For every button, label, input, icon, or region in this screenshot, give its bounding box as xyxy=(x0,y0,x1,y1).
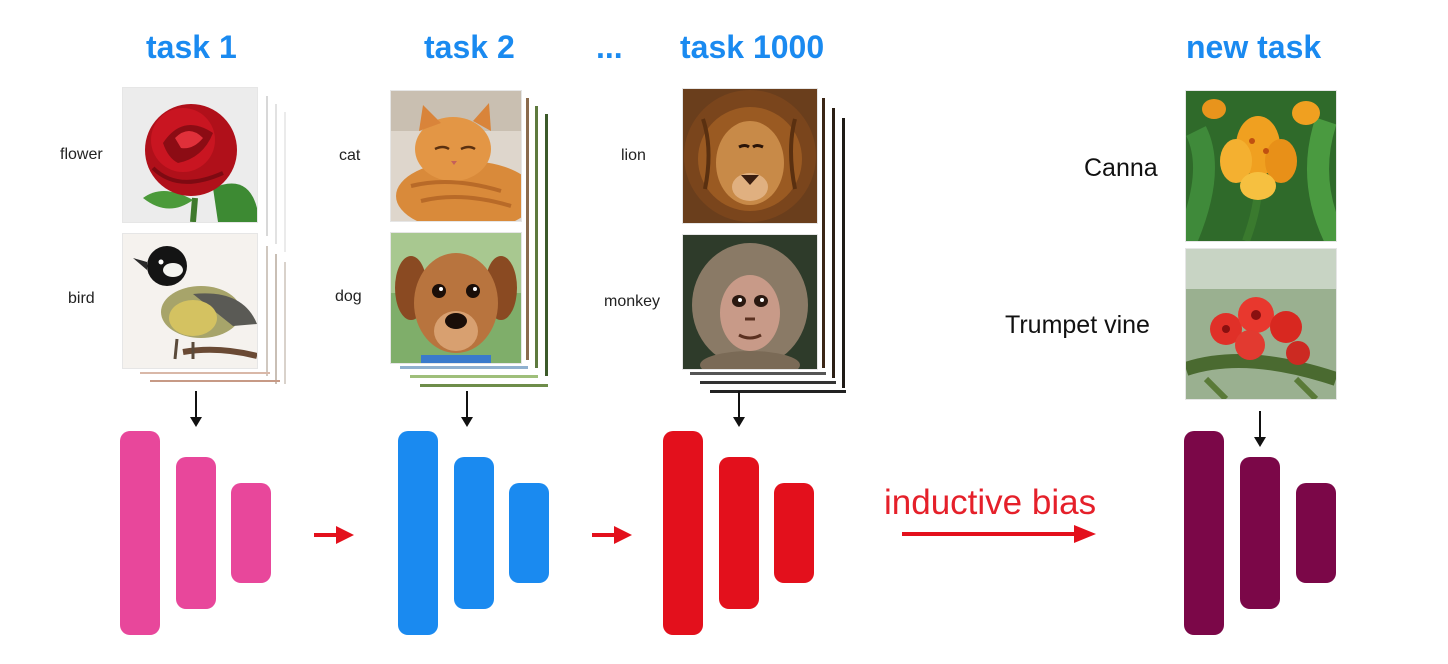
stack-edge xyxy=(410,375,538,378)
network-layer xyxy=(454,457,494,609)
inductive-bias-label: inductive bias xyxy=(884,483,1097,522)
network-layer xyxy=(774,483,814,583)
label-bird: bird xyxy=(68,290,95,307)
transfer-arrow xyxy=(314,526,354,544)
stack-edge xyxy=(275,104,277,244)
task-1-title: task 1 xyxy=(146,29,237,65)
down-arrow xyxy=(190,391,202,427)
stack-edge xyxy=(700,381,836,384)
stack-edge xyxy=(420,384,548,387)
label-cat: cat xyxy=(339,147,361,164)
down-arrow xyxy=(461,391,473,427)
ellipsis-text: ... xyxy=(596,29,623,65)
cat-photo xyxy=(390,90,522,222)
stack-edge xyxy=(822,98,825,368)
monkey-photo xyxy=(682,234,818,370)
inductive-bias-arrow xyxy=(902,525,1096,543)
label-flower: flower xyxy=(60,146,103,163)
canna-photo xyxy=(1185,90,1337,242)
stack-edge xyxy=(535,106,538,368)
stack-edge xyxy=(832,108,835,378)
stack-edge xyxy=(842,118,845,388)
network-layer xyxy=(1296,483,1336,583)
stack-edge xyxy=(284,112,286,252)
trumpet-vine-photo xyxy=(1185,248,1337,400)
network-layer xyxy=(509,483,549,583)
stack-edge xyxy=(150,380,280,382)
label-lion: lion xyxy=(621,147,646,164)
network-layer xyxy=(719,457,759,609)
transfer-arrow xyxy=(592,526,632,544)
down-arrow xyxy=(733,391,745,427)
network-layer xyxy=(120,431,160,635)
stack-edge xyxy=(690,372,826,375)
label-monkey: monkey xyxy=(604,293,661,310)
lion-photo xyxy=(682,88,818,224)
stack-edge xyxy=(284,262,286,384)
task-1000-title: task 1000 xyxy=(680,29,825,65)
label-trumpet-vine: Trumpet vine xyxy=(1005,311,1150,339)
stack-edge xyxy=(140,372,270,374)
down-arrow xyxy=(1254,411,1266,447)
stack-edge xyxy=(400,366,528,369)
stack-edge xyxy=(526,98,529,360)
dog-photo xyxy=(390,232,522,364)
label-dog: dog xyxy=(335,288,362,305)
bird-photo xyxy=(122,233,258,369)
network-layer xyxy=(176,457,216,609)
stack-edge xyxy=(545,114,548,376)
label-canna: Canna xyxy=(1084,154,1158,182)
network-layer xyxy=(1184,431,1224,635)
network-layer xyxy=(663,431,703,635)
stack-edge xyxy=(266,246,268,376)
stack-edge xyxy=(266,96,268,236)
network-layer xyxy=(398,431,438,635)
network-layer xyxy=(231,483,271,583)
new-task-title: new task xyxy=(1186,29,1322,65)
stack-edge xyxy=(275,254,277,384)
rose-photo xyxy=(122,87,258,223)
task-2-title: task 2 xyxy=(424,29,515,65)
network-layer xyxy=(1240,457,1280,609)
